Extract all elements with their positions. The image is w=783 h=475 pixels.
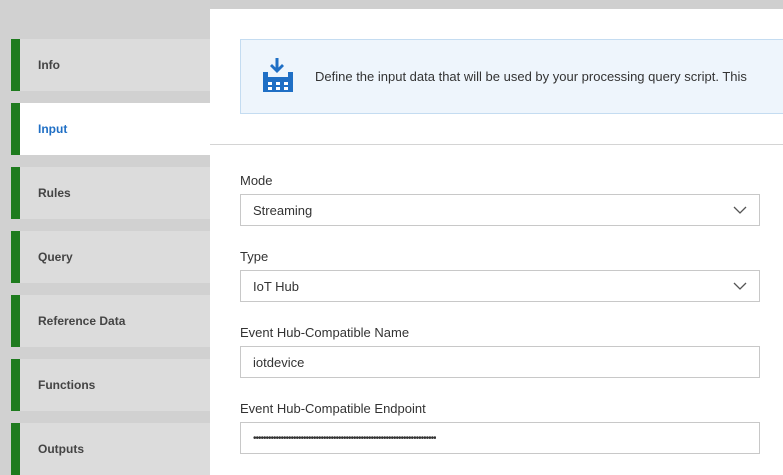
sidebar-item-rules[interactable]: Rules	[11, 167, 210, 219]
sidebar-item-reference-data[interactable]: Reference Data	[11, 295, 210, 347]
sidebar-item-label: Rules	[38, 186, 71, 200]
status-bar	[11, 423, 20, 475]
mode-label: Mode	[240, 173, 273, 188]
sidebar-item-input[interactable]: Input	[11, 103, 211, 155]
sidebar-item-label: Input	[38, 122, 68, 136]
divider	[210, 144, 783, 145]
event-hub-name-label: Event Hub-Compatible Name	[240, 325, 410, 340]
event-hub-name-value: iotdevice	[253, 354, 305, 370]
info-banner: Define the input data that will be used …	[240, 39, 783, 114]
status-bar	[11, 167, 20, 219]
status-bar	[11, 103, 20, 155]
chevron-down-icon	[733, 282, 747, 290]
sidebar-item-label: Outputs	[38, 442, 84, 456]
sidebar-item-query[interactable]: Query	[11, 231, 210, 283]
status-bar	[11, 295, 20, 347]
app-root: Info Input Rules Query Reference Data Fu…	[0, 0, 783, 475]
type-select[interactable]: IoT Hub	[240, 270, 760, 302]
sidebar-item-outputs[interactable]: Outputs	[11, 423, 210, 475]
type-label: Type	[240, 249, 269, 264]
sidebar-item-label: Reference Data	[38, 314, 126, 328]
sidebar-item-info[interactable]: Info	[11, 39, 210, 91]
event-hub-endpoint-label: Event Hub-Compatible Endpoint	[240, 401, 426, 416]
event-hub-endpoint-value: ••••••••••••••••••••••••••••••••••••••••…	[253, 432, 436, 444]
status-bar	[11, 359, 20, 411]
mode-value: Streaming	[253, 202, 313, 218]
sidebar-item-label: Info	[38, 58, 60, 72]
sidebar-item-label: Query	[38, 250, 73, 264]
input-data-icon	[263, 58, 293, 92]
event-hub-endpoint-input[interactable]: ••••••••••••••••••••••••••••••••••••••••…	[240, 422, 760, 454]
sidebar-item-label: Functions	[38, 378, 96, 392]
type-value: IoT Hub	[253, 278, 300, 294]
status-bar	[11, 39, 20, 91]
sidebar-item-functions[interactable]: Functions	[11, 359, 210, 411]
status-bar	[11, 231, 20, 283]
event-hub-name-input[interactable]: iotdevice	[240, 346, 760, 378]
main-panel: Define the input data that will be used …	[210, 9, 783, 475]
mode-select[interactable]: Streaming	[240, 194, 760, 226]
sidebar: Info Input Rules Query Reference Data Fu…	[0, 0, 211, 475]
chevron-down-icon	[733, 206, 747, 214]
banner-text: Define the input data that will be used …	[315, 69, 747, 84]
